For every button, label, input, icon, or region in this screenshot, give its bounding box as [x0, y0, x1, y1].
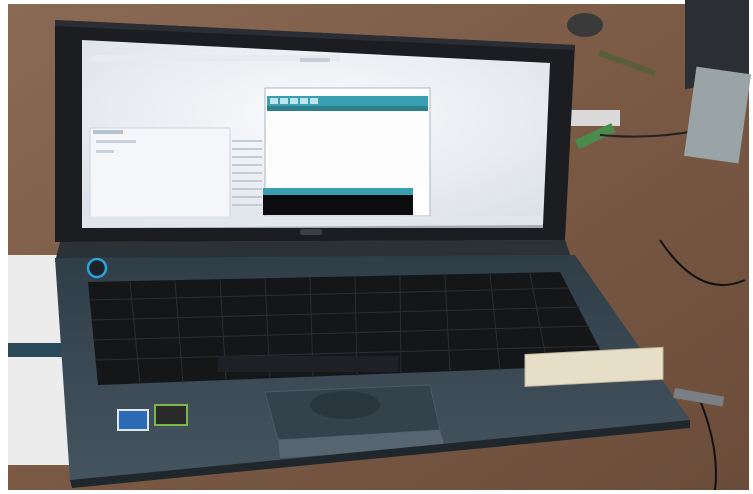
nvidia-sticker	[154, 404, 188, 426]
laptop-photo	[0, 0, 753, 494]
file-list	[232, 140, 262, 206]
ide-console	[263, 195, 413, 215]
touchpad-pattern	[310, 391, 380, 419]
usb-adapter	[8, 343, 68, 357]
ide-tab-bar	[267, 106, 428, 111]
electronics-board	[570, 110, 620, 126]
ide-status-bar	[263, 188, 413, 195]
cup-object	[567, 13, 603, 37]
ide-editor	[267, 111, 428, 188]
ide-window	[263, 87, 431, 217]
power-button	[86, 257, 108, 279]
intel-sticker	[117, 409, 149, 431]
space-bar	[217, 356, 399, 372]
taskbar	[82, 216, 543, 228]
acer-logo	[300, 229, 322, 235]
windows-sticker	[524, 346, 664, 388]
